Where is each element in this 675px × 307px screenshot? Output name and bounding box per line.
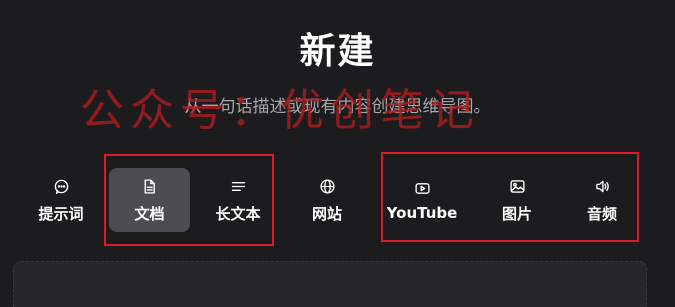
tab-website[interactable]: 网站 [288, 168, 366, 232]
tab-long-text-label: 长文本 [215, 204, 261, 223]
tab-prompt-label: 提示词 [38, 204, 84, 223]
tab-image-label: 图片 [501, 204, 532, 223]
play-button-icon [412, 178, 432, 198]
content-input-area[interactable] [13, 261, 647, 307]
tab-website-label: 网站 [311, 204, 342, 223]
tab-youtube[interactable]: YouTube [382, 168, 462, 232]
tab-image[interactable]: 图片 [478, 168, 556, 232]
chat-bubble-icon [51, 177, 71, 197]
image-icon [507, 177, 527, 197]
tab-youtube-label: YouTube [386, 204, 458, 222]
tab-long-text[interactable]: 长文本 [199, 168, 277, 232]
globe-icon [317, 177, 337, 197]
tab-audio-label: 音频 [586, 204, 617, 223]
tab-prompt[interactable]: 提示词 [22, 168, 100, 232]
tab-document[interactable]: 文档 [109, 168, 190, 232]
text-lines-icon [228, 177, 248, 197]
tab-document-label: 文档 [134, 204, 165, 223]
speaker-icon [592, 177, 612, 197]
document-icon [140, 177, 160, 197]
tab-audio[interactable]: 音频 [563, 168, 641, 232]
new-mindmap-page: 新建 从一句话描述或现有内容创建思维导图。 提示词 文档 长文本 网站 YouT… [0, 0, 675, 307]
